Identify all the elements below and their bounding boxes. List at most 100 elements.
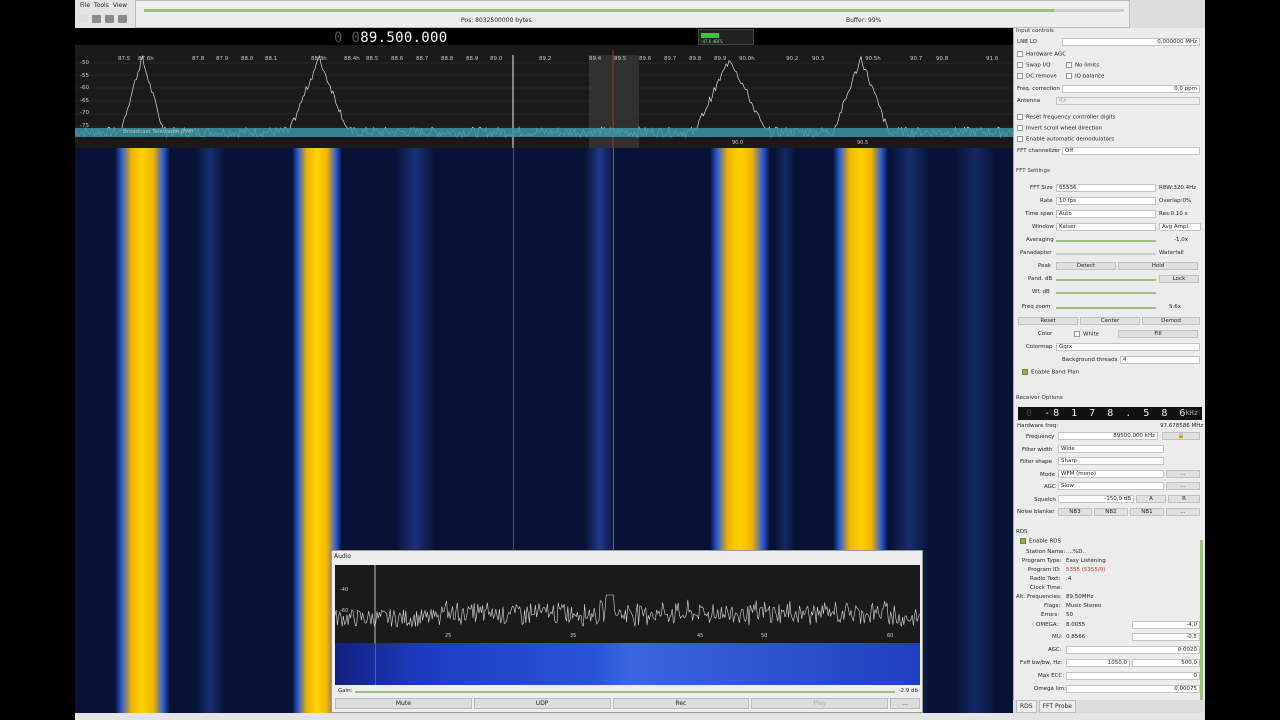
omega-field[interactable]: -4,0 <box>1132 621 1200 629</box>
bg-threads-label: Background threads <box>1062 357 1118 363</box>
freq-zoom-value: 5.6x <box>1169 304 1182 310</box>
band-plan-row[interactable]: Enable Band Plan <box>1022 369 1079 376</box>
tab-fft-probe[interactable]: FFT Probe <box>1038 700 1076 713</box>
iq-balance-row[interactable]: IQ balance <box>1066 73 1104 80</box>
offset-frequency-display[interactable]: 0 -8 1 7 8 . 5 8 6 kHz <box>1018 407 1202 420</box>
db-tick: -55 <box>80 72 89 79</box>
alt-freq-label: Alt. Frequencies: <box>1016 594 1062 600</box>
center-button[interactable]: Center <box>1080 317 1140 325</box>
rds-scrollbar[interactable] <box>1200 540 1203 715</box>
peak-marker-90-5: 90.5 <box>857 140 869 146</box>
wf-db-slider[interactable] <box>1056 292 1156 294</box>
detect-button[interactable]: Detect <box>1056 262 1116 270</box>
frequency-field[interactable]: 89500.000 kHz <box>1058 432 1158 440</box>
device-icon[interactable] <box>92 15 101 23</box>
no-limits-row[interactable]: No limits <box>1066 62 1099 69</box>
audio-title: Audio <box>334 553 352 560</box>
main-frequency-display[interactable]: 0 089.500.000 <box>334 30 447 46</box>
lcd-unit: kHz <box>1185 409 1198 417</box>
freq-correction-label: Freq. correction <box>1017 86 1060 92</box>
nb1-button[interactable]: NB1 <box>1130 508 1164 516</box>
timespan-select[interactable]: Auto <box>1056 210 1156 218</box>
filter-width-select[interactable]: Wide <box>1058 445 1164 453</box>
playback-progress-bar[interactable] <box>144 9 1124 12</box>
squelch-reset-button[interactable]: R <box>1168 495 1200 503</box>
swap-iq-row[interactable]: Swap I/Q <box>1017 62 1050 69</box>
antenna-select[interactable]: RX <box>1056 97 1200 105</box>
colormap-select[interactable]: Gqrx <box>1056 343 1200 351</box>
toolbar <box>75 10 135 28</box>
pand-db-slider[interactable] <box>1056 279 1156 281</box>
errors-label: Errors: <box>1041 612 1060 618</box>
position-text: Pos: 8032500000 bytes <box>461 17 532 24</box>
max-ecc-field[interactable]: 0 <box>1066 672 1200 680</box>
fxff-field-1[interactable]: 1050,0 <box>1066 659 1130 667</box>
udp-button[interactable]: UDP <box>473 698 611 709</box>
dc-remove-row[interactable]: DC remove <box>1017 73 1057 80</box>
fxff-field-2[interactable]: 500,0 <box>1132 659 1200 667</box>
mu-label: MU: <box>1052 634 1063 640</box>
squelch-auto-button[interactable]: A <box>1136 495 1166 503</box>
antenna-label: Antenna <box>1017 98 1041 104</box>
open-icon[interactable] <box>105 15 114 23</box>
nb3-button[interactable]: NB3 <box>1058 508 1092 516</box>
demod-button[interactable]: Demod <box>1142 317 1200 325</box>
pan-wf-split-slider[interactable] <box>1056 253 1156 255</box>
mu-field[interactable]: -0,5 <box>1132 633 1200 641</box>
mode-options-button[interactable]: ... <box>1166 470 1200 478</box>
play-button[interactable]: Play <box>751 698 888 709</box>
lnb-lo-field[interactable]: 0,000000 MHz <box>1062 38 1200 46</box>
menu-view[interactable]: View <box>113 2 127 9</box>
fill-button[interactable]: Fill <box>1118 330 1198 338</box>
mode-label: Mode <box>1040 472 1055 478</box>
agc-select[interactable]: Slow <box>1058 482 1164 490</box>
freq-tick: 90.2 <box>786 56 799 62</box>
enable-rds-row[interactable]: Enable RDS <box>1020 538 1061 545</box>
signal-level-meter: -47.6 dBFS <box>698 29 754 45</box>
res-text: Res:0.10 s <box>1159 211 1188 217</box>
save-icon[interactable] <box>118 15 127 23</box>
avg-mode-select[interactable]: Avg Ampl. <box>1159 223 1201 231</box>
audio-spectrum[interactable]: -40 -60 25 35 45 50 60 <box>334 565 920 643</box>
rate-select[interactable]: 10 fps <box>1056 197 1156 205</box>
mode-select[interactable]: WFM (mono) <box>1058 470 1164 478</box>
omega-lim-field[interactable]: 0,00075 <box>1066 685 1200 693</box>
reset-button[interactable]: Reset <box>1018 317 1078 325</box>
hold-button[interactable]: Hold <box>1118 262 1198 270</box>
auto-demod-row[interactable]: Enable automatic demodulators <box>1017 136 1114 143</box>
freq-tick: 90.3 <box>812 56 825 62</box>
lock-button[interactable]: Lock <box>1159 275 1199 283</box>
nb-options-button[interactable]: ... <box>1166 508 1200 516</box>
window-select[interactable]: Kaiser <box>1056 223 1156 231</box>
rds-agc-field[interactable]: 0,0020 <box>1066 646 1200 654</box>
filter-shape-select[interactable]: Sharp <box>1058 457 1164 465</box>
menu-file[interactable]: File <box>80 2 90 9</box>
db-tick: -60 <box>80 85 89 91</box>
bg-threads-select[interactable]: 4 <box>1120 356 1200 364</box>
nb2-button[interactable]: NB2 <box>1094 508 1128 516</box>
filter-width-label: Filter width <box>1022 447 1053 453</box>
averaging-value: -1.0x <box>1174 237 1188 243</box>
white-color-row[interactable]: White <box>1074 331 1099 338</box>
squelch-field[interactable]: -150,0 dB <box>1058 495 1134 503</box>
gain-slider[interactable] <box>355 691 895 693</box>
averaging-slider[interactable] <box>1056 240 1156 242</box>
hardware-agc-row[interactable]: Hardware AGC <box>1017 51 1066 58</box>
freq-correction-field[interactable]: 0,0 ppm <box>1062 85 1200 93</box>
audio-options-button[interactable]: ... <box>890 698 920 709</box>
invert-scroll-row[interactable]: Invert scroll wheel direction <box>1017 125 1102 132</box>
mute-button[interactable]: Mute <box>335 698 472 709</box>
menu-bar: File Tools View <box>75 0 135 10</box>
play-icon[interactable] <box>79 15 88 23</box>
rec-button[interactable]: Rec <box>612 698 750 709</box>
fft-size-label: FFT Size <box>1030 185 1053 191</box>
freq-zoom-slider[interactable] <box>1056 307 1156 309</box>
tab-rds[interactable]: RDS <box>1016 700 1037 713</box>
agc-options-button[interactable]: ... <box>1166 482 1200 490</box>
fft-size-select[interactable]: 65536 <box>1056 184 1156 192</box>
reset-digits-row[interactable]: Reset frequency controller digits <box>1017 114 1116 121</box>
audio-hz-60: 60 <box>887 633 894 639</box>
menu-tools[interactable]: Tools <box>94 2 109 9</box>
lock-icon[interactable]: 🔒 <box>1162 432 1200 440</box>
fft-channelizer-select[interactable]: Off <box>1062 147 1200 155</box>
